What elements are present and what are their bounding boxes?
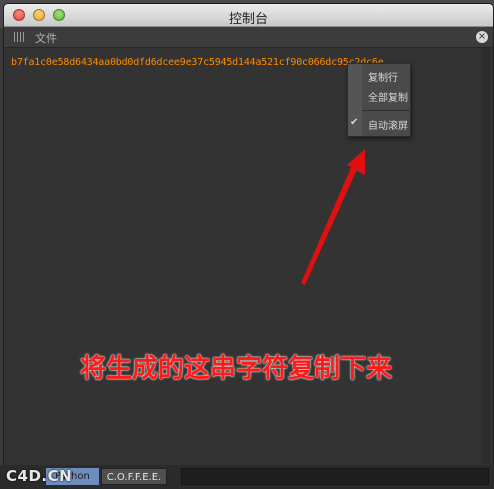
close-panel-icon[interactable]: × xyxy=(476,31,488,43)
menu-file[interactable]: 文件 xyxy=(35,30,57,46)
tab-coffee[interactable]: C.O.F.F.E.E. xyxy=(101,468,167,485)
bottom-bar: Python C.O.F.F.E.E. xyxy=(0,465,494,489)
context-menu: 复制行 全部复制 ✔ 自动滚屏 xyxy=(347,63,411,137)
menu-item-copy-line[interactable]: 复制行 xyxy=(348,66,410,86)
menu-bar: 文件 × xyxy=(4,27,493,48)
menu-item-copy-all[interactable]: 全部复制 xyxy=(348,86,410,106)
window-title: 控制台 xyxy=(228,12,268,27)
command-input[interactable] xyxy=(181,468,489,485)
scrollbar[interactable] xyxy=(481,48,491,464)
console-output[interactable]: b7fa1c0e58d6434aa0bd0dfd6dcee9e37c5945d1… xyxy=(4,48,493,466)
checkmark-icon: ✔ xyxy=(350,117,359,128)
menu-item-auto-scroll[interactable]: ✔ 自动滚屏 xyxy=(348,114,410,134)
annotation-text: 将生成的这串字符复制下来 xyxy=(80,354,393,384)
watermark-logo: C4D.CN xyxy=(6,467,73,485)
grip-icon[interactable] xyxy=(14,32,26,42)
red-arrow-icon xyxy=(301,149,365,285)
console-window: 控制台 文件 × b7fa1c0e58d6434aa0bd0dfd6dcee9e… xyxy=(3,3,494,467)
menu-separator xyxy=(362,110,410,111)
title-bar[interactable]: 控制台 xyxy=(4,4,493,27)
